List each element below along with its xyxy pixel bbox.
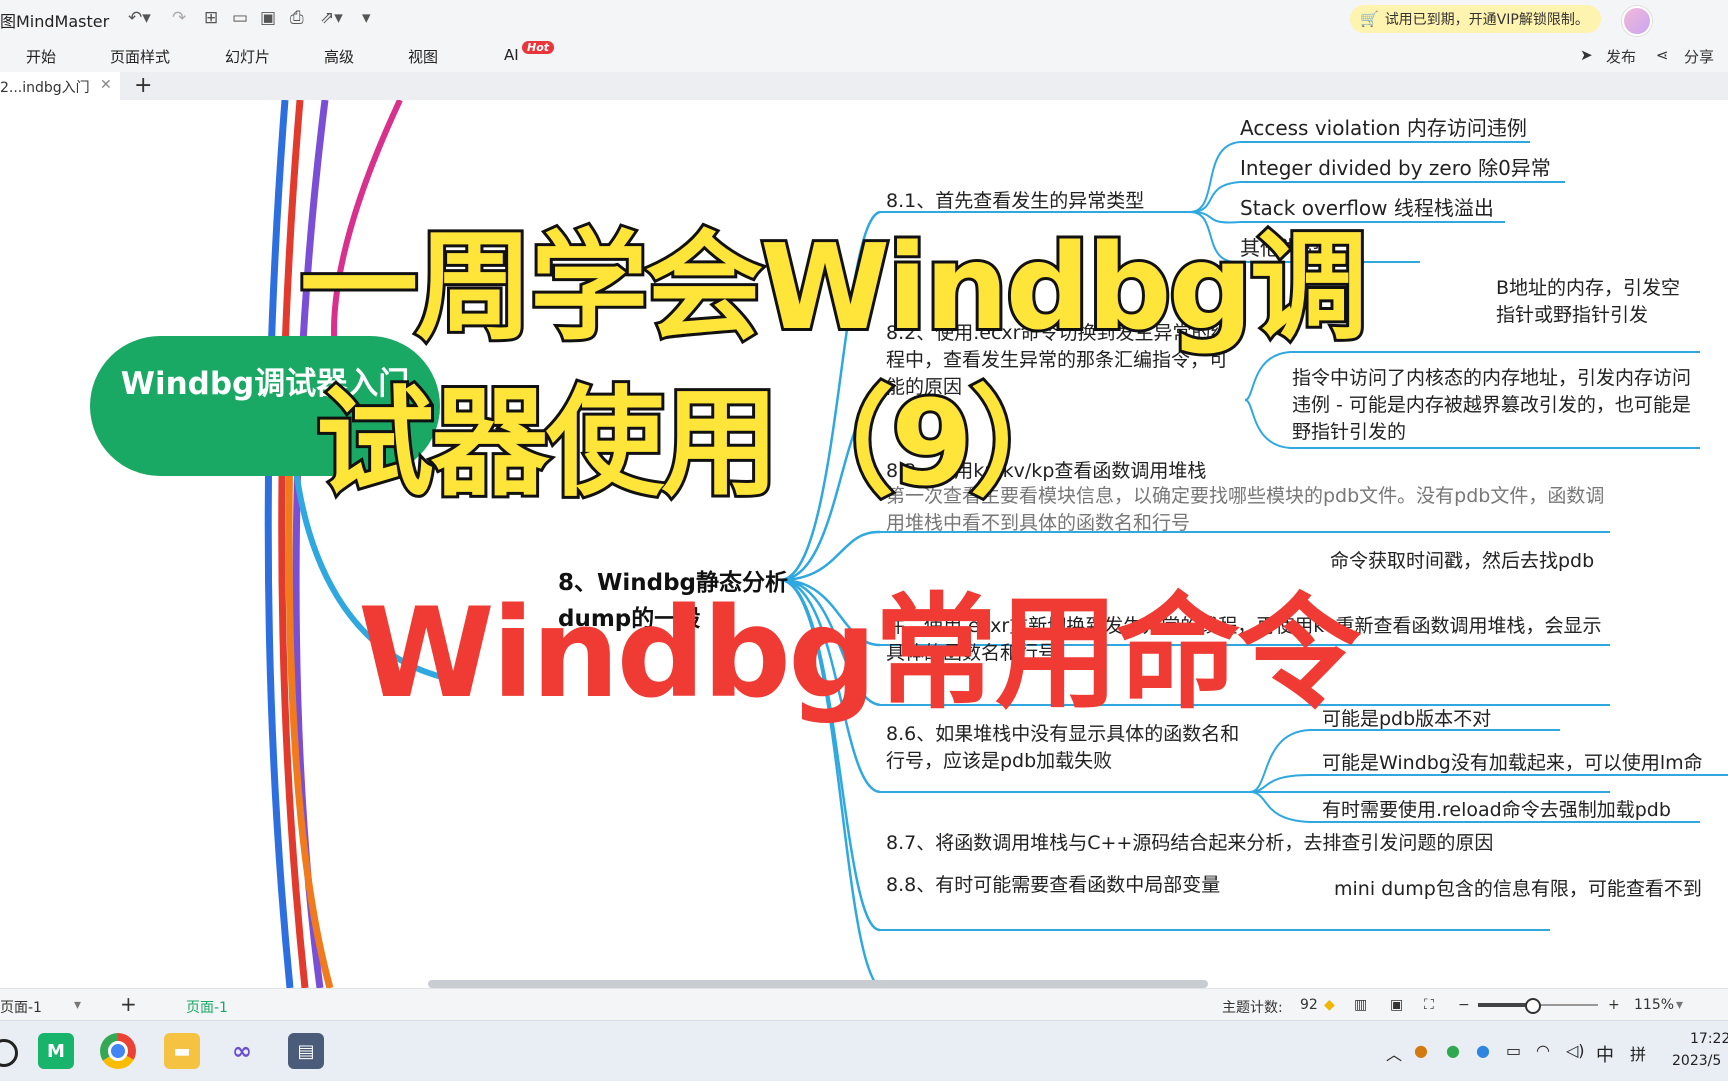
- avatar[interactable]: [1622, 6, 1652, 36]
- redo-icon[interactable]: ↷: [172, 8, 186, 28]
- volume-icon[interactable]: ◁): [1566, 1041, 1585, 1060]
- topic-8-6-child-3[interactable]: 有时需要使用.reload命令去强制加载pdb: [1322, 795, 1671, 822]
- book-icon[interactable]: ▥: [1354, 997, 1367, 1013]
- menu-bar: 开始 页面样式 幻灯片 高级 视图 AI Hot ➤ 发布 ⋖ 分享: [0, 38, 1728, 72]
- qq-tray-icon[interactable]: ●: [1414, 1041, 1428, 1060]
- topic-count-label: 主题计数:: [1222, 1000, 1283, 1016]
- add-tab-icon[interactable]: +: [134, 73, 152, 98]
- menu-page-style[interactable]: 页面样式: [110, 46, 170, 67]
- chrome-taskbar-icon[interactable]: [100, 1033, 136, 1069]
- ime-indicator[interactable]: 中: [1596, 1041, 1614, 1067]
- search-icon[interactable]: [0, 1039, 18, 1067]
- visual-studio-taskbar-icon[interactable]: ∞: [224, 1033, 260, 1069]
- mindmaster-taskbar-icon[interactable]: M: [38, 1033, 74, 1069]
- fullscreen-icon[interactable]: ⛶: [1424, 997, 1434, 1013]
- open-folder-icon[interactable]: ▭: [232, 8, 248, 28]
- zoom-level[interactable]: 115%: [1634, 997, 1674, 1013]
- menu-ai[interactable]: AI: [504, 46, 519, 64]
- file-explorer-taskbar-icon[interactable]: ▬: [164, 1033, 200, 1069]
- share-icon[interactable]: ⋖: [1656, 46, 1669, 64]
- zoom-out-icon[interactable]: −: [1458, 997, 1470, 1013]
- overlay-title-line-1: 一周学会Windbg调: [297, 218, 1371, 356]
- topic-8-1-child-1[interactable]: Access violation 内存访问违例: [1240, 112, 1527, 141]
- cart-icon: 🛒: [1360, 10, 1379, 28]
- topic-8-1-child-2[interactable]: Integer divided by zero 除0异常: [1240, 152, 1551, 181]
- new-file-icon[interactable]: ⊞: [204, 8, 218, 28]
- app-title: 图MindMaster: [0, 12, 110, 31]
- close-tab-icon[interactable]: ✕: [100, 77, 112, 93]
- zoom-in-icon[interactable]: +: [1608, 997, 1620, 1013]
- undo-icon[interactable]: ↶▾: [128, 8, 151, 28]
- topic-8-2-child-1[interactable]: B地址的内存，引发空指针或野指针引发: [1496, 275, 1696, 329]
- print-icon[interactable]: ⎙: [290, 8, 304, 28]
- fit-page-icon[interactable]: ▣: [1390, 997, 1403, 1013]
- tray-expand-icon[interactable]: ︿: [1386, 1041, 1402, 1065]
- customize-toolbar-icon[interactable]: ▾: [362, 8, 371, 28]
- zoom-slider-knob[interactable]: [1525, 998, 1541, 1014]
- page-select[interactable]: 页面-1: [0, 997, 42, 1017]
- page-select-dropdown-icon[interactable]: ▾: [74, 997, 81, 1013]
- save-icon[interactable]: ▣: [260, 8, 276, 28]
- publish-button[interactable]: 发布: [1606, 46, 1636, 67]
- topic-8-8[interactable]: 8.8、有时可能需要查看函数中局部变量: [886, 870, 1220, 897]
- network-app-tray-icon[interactable]: ●: [1476, 1041, 1490, 1060]
- vip-banner-text: 试用已到期，开通VIP解锁限制。: [1384, 12, 1589, 28]
- ime-pinyin-indicator[interactable]: 拼: [1630, 1041, 1646, 1065]
- menu-advanced[interactable]: 高级: [324, 46, 354, 67]
- export-icon[interactable]: ⇗▾: [320, 8, 343, 28]
- document-tab[interactable]: 2...indbg入门 ✕: [0, 72, 120, 100]
- topic-8-4[interactable]: 命令获取时间戳，然后去找pdb: [1330, 548, 1610, 575]
- topic-8-8-child[interactable]: mini dump包含的信息有限，可能查看不到: [1334, 874, 1702, 901]
- add-page-icon[interactable]: +: [120, 992, 137, 1016]
- vip-banner[interactable]: 🛒 试用已到期，开通VIP解锁限制。: [1350, 5, 1601, 33]
- topic-8-2-child-2[interactable]: 指令中访问了内核态的内存地址，引发内存访问违例 - 可能是内存被越界篡改引发的，…: [1292, 365, 1702, 446]
- hot-badge: Hot: [522, 41, 555, 54]
- topic-8-7[interactable]: 8.7、将函数调用堆栈与C++源码结合起来分析，去排查引发问题的原因: [886, 828, 1493, 855]
- tab-bar: 2...indbg入门 ✕ +: [0, 72, 1728, 101]
- menu-view[interactable]: 视图: [408, 46, 438, 67]
- title-bar: 图MindMaster ↶▾ ↷ ⊞ ▭ ▣ ⎙ ⇗▾ ▾ 🛒 试用已到期，开通…: [0, 0, 1728, 38]
- green-tray-icon[interactable]: ●: [1446, 1041, 1460, 1060]
- windbg-taskbar-icon[interactable]: ▤: [288, 1033, 324, 1069]
- zoom-slider-fill: [1478, 1003, 1532, 1007]
- menu-slides[interactable]: 幻灯片: [225, 46, 270, 67]
- document-tab-label: 2...indbg入门: [0, 80, 90, 96]
- publish-icon[interactable]: ➤: [1580, 46, 1593, 64]
- share-button[interactable]: 分享: [1684, 46, 1714, 67]
- status-bar: 页面-1 ▾ + 页面-1 主题计数: 92 ◆ ▥ ▣ ⛶ − + 115% …: [0, 988, 1728, 1021]
- wifi-icon[interactable]: ◠: [1536, 1041, 1550, 1060]
- topic-8-6-child-2[interactable]: 可能是Windbg没有加载起来，可以使用lm命: [1322, 748, 1703, 775]
- topic-8-1[interactable]: 8.1、首先查看发生的异常类型: [886, 186, 1144, 213]
- zoom-slider[interactable]: [1478, 998, 1598, 1014]
- menu-start[interactable]: 开始: [26, 46, 56, 67]
- taskbar: M ▬ ∞ ▤ ︿ ● ● ● ▭ ◠ ◁) 中 拼 17:22 2023/5: [0, 1020, 1728, 1081]
- clock-time[interactable]: 17:22: [1690, 1031, 1728, 1047]
- topic-8-1-child-3[interactable]: Stack overflow 线程栈溢出: [1240, 192, 1494, 221]
- battery-icon[interactable]: ▭: [1506, 1041, 1521, 1060]
- clock-date[interactable]: 2023/5: [1672, 1053, 1721, 1069]
- topic-count: 92: [1300, 997, 1318, 1013]
- page-tab-1[interactable]: 页面-1: [186, 997, 228, 1017]
- diamond-icon: ◆: [1324, 997, 1335, 1013]
- overlay-subtitle: Windbg常用命令: [358, 582, 1361, 726]
- zoom-dropdown-icon[interactable]: ▾: [1676, 997, 1683, 1013]
- overlay-title-line-2: 试器使用（9）: [313, 374, 1091, 512]
- topic-8-6[interactable]: 8.6、如果堆栈中没有显示具体的函数名和行号，应该是pdb加载失败: [886, 721, 1246, 775]
